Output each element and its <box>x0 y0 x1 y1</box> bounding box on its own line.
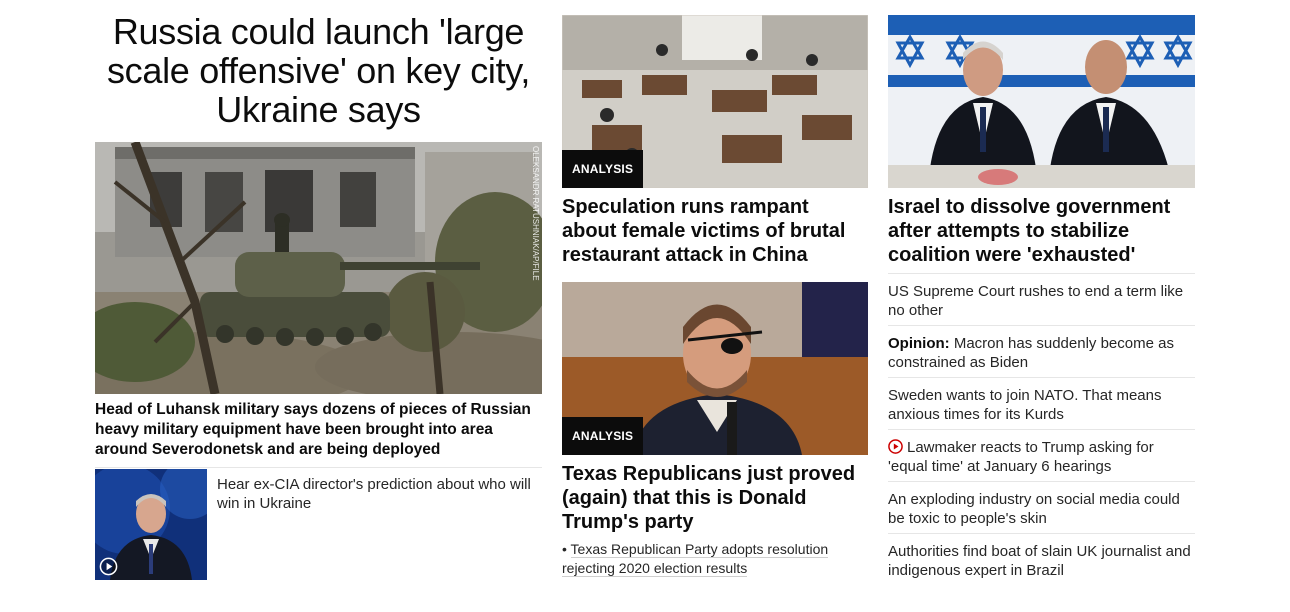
restaurant-story-title: Speculation runs rampant about female vi… <box>562 196 846 266</box>
analysis-badge: ANALYSIS <box>562 150 644 188</box>
video-thumbnail <box>95 469 207 580</box>
list-item[interactable]: Lawmaker reacts to Trump asking for 'equ… <box>888 429 1195 481</box>
list-item[interactable]: An exploding industry on social media co… <box>888 481 1195 533</box>
list-item-text: Sweden wants to join NATO. That means an… <box>888 387 1162 423</box>
play-circle-icon <box>888 439 903 454</box>
list-item-link[interactable]: US Supreme Court rushes to end a term li… <box>888 283 1183 319</box>
list-item-link[interactable]: Sweden wants to join NATO. That means an… <box>888 387 1161 423</box>
related-story-text: Texas Republican Party adopts resolution… <box>562 541 829 577</box>
list-item-text: Authorities find boat of slain UK journa… <box>888 543 1191 579</box>
opinion-label: Opinion: <box>888 335 950 352</box>
list-item[interactable]: Authorities find boat of slain UK journa… <box>888 533 1195 593</box>
list-item-link[interactable]: Opinion: Macron has suddenly become as c… <box>888 335 1174 371</box>
list-item-link[interactable]: Lawmaker reacts to Trump asking for 'equ… <box>888 439 1154 475</box>
list-item-text: An exploding industry on social media co… <box>888 491 1180 527</box>
headline-list: US Supreme Court rushes to end a term li… <box>888 273 1195 593</box>
related-story-link[interactable]: • Texas Republican Party adopts resoluti… <box>562 540 852 578</box>
bullet: • <box>562 541 571 557</box>
play-circle-icon <box>99 557 118 576</box>
israel-story-title: Israel to dissolve government after atte… <box>888 196 1171 266</box>
texas-story-title: Texas Republicans just proved (again) th… <box>562 463 856 533</box>
israel-leaders-photo <box>888 15 1195 188</box>
lead-headline: Russia could launch 'large scale offensi… <box>106 11 531 130</box>
lead-image-tank[interactable]: OLEKSANDR RATUSHNIAK/AP/FILE <box>95 142 542 394</box>
video-story-link[interactable]: Hear ex-CIA director's prediction about … <box>95 469 542 580</box>
photo-credit: OLEKSANDR RATUSHNIAK/AP/FILE <box>531 146 540 281</box>
restaurant-image-link[interactable]: ANALYSIS <box>562 15 868 188</box>
analysis-badge: ANALYSIS <box>562 417 644 455</box>
lead-description: Head of Luhansk military says dozens of … <box>95 401 531 458</box>
divider <box>95 467 542 468</box>
list-item-text: US Supreme Court rushes to end a term li… <box>888 283 1184 319</box>
texas-image-link[interactable]: ANALYSIS <box>562 282 868 455</box>
list-item[interactable]: Opinion: Macron has suddenly become as c… <box>888 325 1195 377</box>
list-item-text: Lawmaker reacts to Trump asking for 'equ… <box>888 439 1154 475</box>
list-item-link[interactable]: Authorities find boat of slain UK journa… <box>888 543 1191 579</box>
tank-photo <box>95 142 542 394</box>
list-item-link[interactable]: An exploding industry on social media co… <box>888 491 1180 527</box>
israel-image-link[interactable] <box>888 15 1195 188</box>
video-story-text: Hear ex-CIA director's prediction about … <box>217 476 531 512</box>
list-item[interactable]: US Supreme Court rushes to end a term li… <box>888 273 1195 325</box>
list-item[interactable]: Sweden wants to join NATO. That means an… <box>888 377 1195 429</box>
